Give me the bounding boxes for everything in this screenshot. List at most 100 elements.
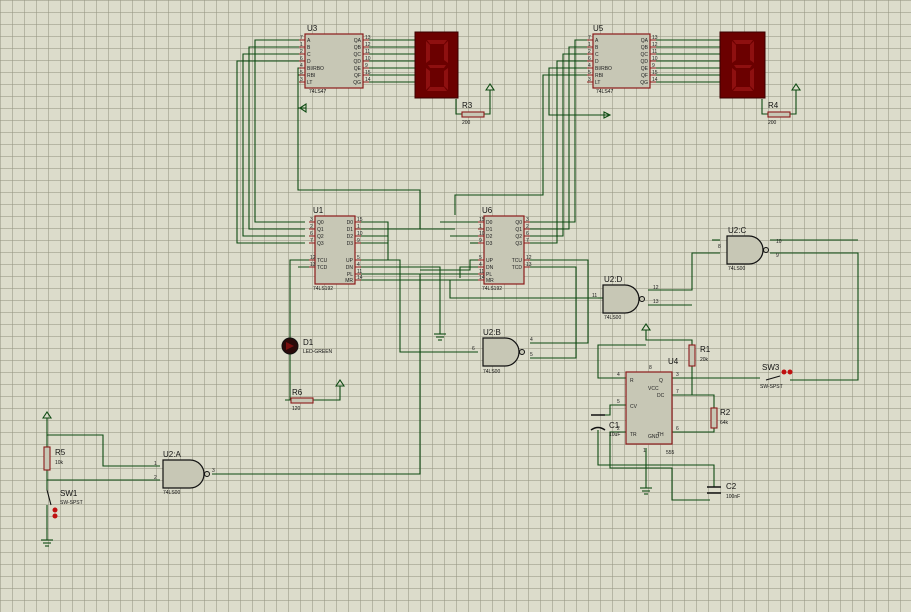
- u6-pin-tcd: TCD: [512, 265, 523, 271]
- u6-pin-num: 10: [479, 231, 485, 237]
- ground-icon: [41, 333, 652, 547]
- u4-num-5: 5: [617, 399, 620, 405]
- d1-led[interactable]: D1 LED-GREEN: [281, 337, 333, 355]
- u3-pin-qb: QB: [354, 45, 362, 51]
- u1-pin-tcu: TCU: [317, 258, 328, 264]
- u6-pin-num: 5: [479, 255, 482, 261]
- u6-pin-num: 9: [479, 238, 482, 244]
- u4-555-timer[interactable]: U4 555 R VCC Q DC CV TR GND TH 4 8 3 7 5…: [617, 357, 679, 456]
- u4-pin-cv: CV: [630, 404, 638, 410]
- u1-pin-num: 12: [310, 255, 316, 261]
- r2-ref: R2: [720, 408, 731, 417]
- seven-segment-display-1[interactable]: [414, 31, 459, 99]
- u1-part: 74LS192: [313, 286, 333, 292]
- u5-ref: U5: [593, 24, 604, 33]
- u2b-part: 74LS00: [483, 369, 500, 375]
- u1-pin-up: UP: [346, 258, 354, 264]
- u3-decoder-chip[interactable]: U3 74LS47 A7B1C2D6BI/RBO4RBI5LT3QA 13QB 12…: [299, 24, 371, 95]
- seven-segment-display-2[interactable]: [719, 31, 766, 99]
- r6-resistor[interactable]: R6 120: [290, 388, 314, 412]
- u1-pin-num: 13: [310, 262, 316, 268]
- u4-num-6: 6: [676, 426, 679, 432]
- u4-pin-q: Q: [659, 378, 663, 384]
- u2a-nand-gate[interactable]: U2:A 74LS00 1 2 3: [154, 450, 215, 496]
- u3-pin-qa: QA: [354, 38, 362, 44]
- u4-part: 555: [666, 450, 675, 456]
- u2b-nand-gate[interactable]: U2:B 74LS00 4 5 6: [472, 328, 533, 375]
- c2-capacitor[interactable]: C2 100nF: [707, 482, 740, 500]
- u3-pin-qe: QE: [354, 66, 362, 72]
- u1-pin-num: 15: [357, 217, 363, 223]
- u5-pin-c: C: [595, 52, 599, 58]
- u3-pin-qf: QF: [354, 73, 361, 79]
- r1-resistor[interactable]: R1 20k: [688, 344, 711, 367]
- u3-pin-num: 12: [365, 42, 371, 48]
- u5-pin-num: 7: [588, 35, 591, 41]
- u3-pin-num: 7: [300, 35, 303, 41]
- r5-ref: R5: [55, 448, 66, 457]
- u4-num-8: 8: [649, 365, 652, 371]
- u1-pin-num: 7: [310, 238, 313, 244]
- u3-pin-num: 15: [365, 70, 371, 76]
- d1-value: LED-GREEN: [303, 349, 333, 355]
- r2-resistor[interactable]: R2 64k: [710, 407, 731, 429]
- u4-num-1: 1: [643, 448, 646, 454]
- u4-pin-th: TH: [657, 432, 664, 438]
- u5-decoder-chip[interactable]: U5 74LS47 A7B1C2D6BI/RBO4RBI5LT3QA 13QB 12…: [587, 24, 658, 95]
- u3-pin-num: 6: [300, 56, 303, 62]
- c2-value: 100nF: [726, 494, 740, 500]
- r5-resistor[interactable]: R5 10k: [43, 446, 66, 471]
- r4-value: 200: [768, 120, 777, 126]
- u6-pin-num: 4: [479, 262, 482, 268]
- u2a-part: 74LS00: [163, 490, 180, 496]
- u5-pin-qa: QA: [641, 38, 649, 44]
- u6-ref: U6: [482, 206, 493, 215]
- sw3-switch[interactable]: SW3 SW-SPST: [760, 363, 793, 390]
- u1-pin-num: 5: [357, 255, 360, 261]
- u6-counter-chip[interactable]: U6 74LS192 D015D11D210D39UP5DN4PL11MR14Q…: [478, 206, 532, 292]
- u4-num-7: 7: [676, 389, 679, 395]
- u3-part: 74LS47: [309, 89, 326, 95]
- u2a-ref: U2:A: [163, 450, 181, 459]
- d1-ref: D1: [303, 338, 314, 347]
- u6-pin-num: 7: [526, 238, 529, 244]
- sw1-switch[interactable]: SW1 SW-SPST: [46, 489, 83, 519]
- u1-pin-q1: Q1: [317, 227, 324, 233]
- u5-pin-num: 10: [652, 56, 658, 62]
- u2a-pin-2: 2: [154, 475, 157, 481]
- u2c-pin-10: 10: [776, 239, 782, 245]
- u3-pin-num: 14: [365, 77, 371, 83]
- u6-pin-mr: MR: [486, 278, 494, 284]
- r4-resistor[interactable]: R4 200: [767, 101, 791, 126]
- u3-pin-num: 2: [300, 49, 303, 55]
- u1-pin-q2: Q2: [317, 234, 324, 240]
- u4-num-3: 3: [676, 372, 679, 378]
- u6-pin-num: 6: [526, 231, 529, 237]
- u5-pin-num: 14: [652, 77, 658, 83]
- u1-counter-chip[interactable]: U1 74LS192 Q03Q12Q26Q37TCU12TCD13D0 15D1 1…: [309, 206, 363, 292]
- c1-capacitor[interactable]: C1 10uF: [590, 414, 620, 438]
- u2c-nand-gate[interactable]: U2:C 74LS00 8 9 10: [718, 226, 782, 272]
- u5-pin-num: 15: [652, 70, 658, 76]
- u3-pin-qd: QD: [354, 59, 362, 65]
- u2d-pin-11: 11: [592, 293, 597, 299]
- u6-pin-q0: Q0: [515, 220, 522, 226]
- u1-pin-d2: D2: [347, 234, 354, 240]
- u1-pin-num: 6: [310, 231, 313, 237]
- r1-value: 20k: [700, 357, 709, 363]
- u2d-part: 74LS00: [604, 315, 621, 321]
- u2d-pin-13: 13: [653, 299, 659, 305]
- u6-pin-num: 15: [479, 217, 485, 223]
- u6-pin-num: 12: [526, 255, 532, 261]
- r3-resistor[interactable]: R3 200: [461, 101, 485, 126]
- u4-pin-dc: DC: [657, 393, 665, 399]
- u6-pin-d3: D3: [486, 241, 493, 247]
- u6-pin-d2: D2: [486, 234, 493, 240]
- u3-pin-num: 5: [300, 70, 303, 76]
- u3-pin-num: 13: [365, 35, 371, 41]
- u3-pin-d: D: [307, 59, 311, 65]
- u4-ref: U4: [668, 357, 679, 366]
- r5-value: 10k: [55, 460, 64, 466]
- u1-pin-d1: D1: [347, 227, 354, 233]
- schematic: U3 74LS47 A7B1C2D6BI/RBO4RBI5LT3QA 13QB 12…: [41, 24, 859, 547]
